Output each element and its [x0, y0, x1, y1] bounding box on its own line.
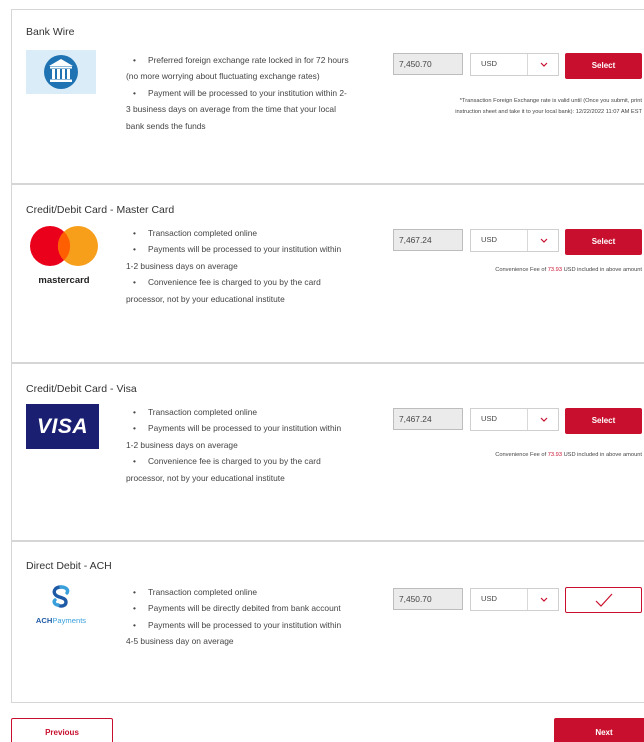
- detail-line: • Transaction completed online: [133, 228, 258, 238]
- detail-line: • Payments will be directly debited from …: [133, 603, 341, 614]
- payment-option-bank-wire: Bank Wire • Preferred foreign exchange ra…: [11, 9, 644, 184]
- visa-details: • Transaction completed online • Payments …: [126, 404, 341, 486]
- fee-amount: 73.93: [547, 452, 562, 458]
- bank-icon: [26, 50, 96, 94]
- chevron-down-icon: [540, 597, 548, 602]
- currency-value: USD: [481, 235, 498, 244]
- chevron-down-icon: [540, 62, 548, 67]
- mastercard-details: • Transaction completed online • Payments …: [126, 225, 341, 307]
- amount-field: 7,450.70: [393, 588, 463, 610]
- payment-option-visa: Credit/Debit Card - Visa VISA • Transacti…: [11, 363, 644, 541]
- currency-value: USD: [481, 59, 498, 68]
- detail-line: 4-5 business day on average: [126, 636, 234, 647]
- amount-field: 7,450.70: [393, 53, 463, 75]
- detail-line: • Convenience fee is charged to you by th…: [133, 277, 321, 288]
- currency-select[interactable]: USD: [470, 53, 559, 76]
- exchange-rate-note: *Transaction Foreign Exchange rate is va…: [455, 98, 642, 115]
- mastercard-logo: mastercard: [26, 224, 102, 286]
- selected-ach-button[interactable]: [565, 587, 642, 613]
- visa-logo: VISA: [26, 404, 99, 449]
- currency-select[interactable]: USD: [470, 408, 559, 431]
- payment-option-title: Bank Wire: [26, 26, 75, 38]
- select-bank-wire-button[interactable]: Select: [565, 53, 642, 79]
- detail-line: (no more worrying about fluctuating exch…: [126, 71, 320, 82]
- detail-line: • Transaction completed online: [133, 407, 258, 417]
- checkmark-icon: [595, 593, 613, 607]
- chevron-down-icon: [540, 238, 548, 243]
- detail-line: 1-2 business days on average: [126, 260, 238, 271]
- detail-line: 3 business days on average from the time…: [126, 104, 336, 115]
- detail-line: • Payments will be processed to your inst…: [133, 423, 342, 434]
- detail-line: • Payments will be processed to your inst…: [133, 619, 342, 630]
- ach-icon: [52, 585, 70, 608]
- currency-value: USD: [481, 414, 498, 423]
- chevron-down-icon: [540, 417, 548, 422]
- detail-line: • Payments will be processed to your inst…: [133, 244, 342, 255]
- detail-line: • Transaction completed online: [133, 587, 258, 597]
- convenience-fee-note: Convenience Fee of 73.93 USD included in…: [495, 267, 642, 273]
- select-visa-button[interactable]: Select: [565, 408, 642, 434]
- detail-line: processor, not by your educational insti…: [126, 472, 285, 483]
- amount-field: 7,467.24: [393, 408, 463, 430]
- ach-wordmark: ACHPayments: [35, 616, 87, 625]
- payment-option-title: Credit/Debit Card - Master Card: [26, 204, 175, 216]
- payment-option-mastercard: Credit/Debit Card - Master Card masterca…: [11, 184, 644, 363]
- detail-line: • Convenience fee is charged to you by th…: [133, 456, 321, 467]
- payment-option-title: Direct Debit - ACH: [26, 560, 112, 572]
- detail-line: processor, not by your educational insti…: [126, 293, 285, 304]
- ach-details: • Transaction completed online • Payments …: [126, 584, 341, 650]
- currency-value: USD: [481, 594, 498, 603]
- currency-select[interactable]: USD: [470, 588, 559, 611]
- detail-line: bank sends the funds: [126, 120, 206, 131]
- payment-option-title: Credit/Debit Card - Visa: [26, 383, 137, 395]
- fee-amount: 73.93: [547, 267, 562, 273]
- convenience-fee-note: Convenience Fee of 73.93 USD included in…: [495, 452, 642, 458]
- previous-button[interactable]: Previous: [11, 718, 113, 742]
- detail-line: • Payment will be processed to your insti…: [133, 87, 347, 98]
- select-mastercard-button[interactable]: Select: [565, 229, 642, 255]
- amount-field: 7,467.24: [393, 229, 463, 251]
- detail-line: • Preferred foreign exchange rate locked …: [133, 55, 349, 65]
- payment-option-ach: Direct Debit - ACH ACHPayments • Transact…: [11, 541, 644, 703]
- mastercard-wordmark: mastercard: [38, 275, 90, 286]
- ach-payments-logo: ACHPayments: [26, 584, 96, 630]
- next-button[interactable]: Next: [554, 718, 644, 742]
- currency-select[interactable]: USD: [470, 229, 559, 252]
- detail-line: 1-2 business days on average: [126, 439, 238, 450]
- bank-wire-details: • Preferred foreign exchange rate locked …: [126, 52, 349, 134]
